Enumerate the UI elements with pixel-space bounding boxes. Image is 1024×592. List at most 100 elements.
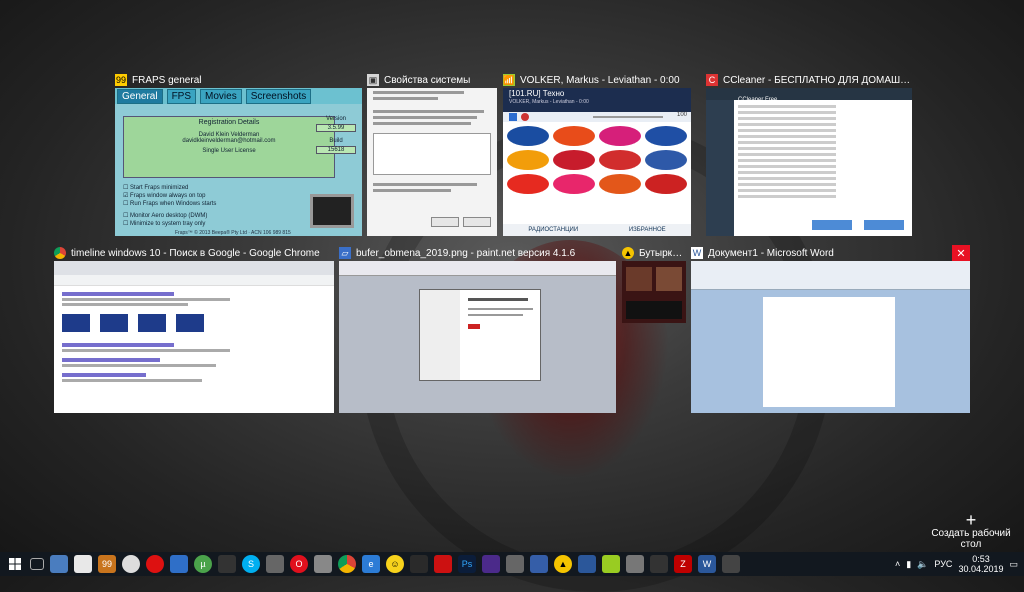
track-name: VOLKER, Markus - Leviathan - 0:00 bbox=[509, 99, 589, 105]
window-preview: [101.RU] Техно VOLKER, Markus - Leviatha… bbox=[503, 88, 691, 236]
copyright: Fraps™ © 2013 Beepa® Pty Ltd · ACN 106 9… bbox=[175, 230, 291, 236]
document-page bbox=[763, 297, 895, 407]
clock[interactable]: 0:53 30.04.2019 bbox=[958, 554, 1003, 574]
ccleaner-icon: C bbox=[706, 74, 718, 86]
tab-stations[interactable]: РАДИОСТАНЦИИ bbox=[528, 227, 578, 233]
music-icon: ▲ bbox=[622, 247, 634, 259]
station-logo[interactable] bbox=[599, 150, 641, 170]
option-always-on-top[interactable]: ☑ Fraps window always on top bbox=[123, 192, 205, 199]
volume-slider[interactable] bbox=[593, 116, 663, 118]
opera-icon[interactable]: O bbox=[290, 555, 308, 573]
station-logo[interactable] bbox=[645, 174, 687, 194]
run-cleaner-button[interactable] bbox=[864, 220, 904, 230]
app-icon[interactable] bbox=[218, 555, 236, 573]
new-desktop-label: Создать рабочий стол bbox=[931, 528, 1011, 550]
option-run-on-start[interactable]: ☐ Run Fraps when Windows starts bbox=[123, 200, 216, 207]
app-icon[interactable] bbox=[170, 555, 188, 573]
mail-icon[interactable] bbox=[74, 555, 92, 573]
tab-screenshots[interactable]: Screenshots bbox=[245, 88, 312, 104]
fraps-tabs: General FPS Movies Screenshots bbox=[115, 88, 362, 104]
option-minimize-tray[interactable]: ☐ Minimize to system tray only bbox=[123, 220, 205, 227]
language-indicator[interactable]: РУС bbox=[934, 559, 952, 569]
fraps-icon[interactable]: 99 bbox=[98, 555, 116, 573]
window-preview bbox=[367, 88, 497, 236]
station-logo[interactable] bbox=[599, 174, 641, 194]
volume-icon[interactable]: 🔈 bbox=[917, 559, 928, 570]
window-thumb-paintnet[interactable]: ▱ bufer_obmena_2019.png - paint.net верс… bbox=[339, 245, 616, 413]
system-icon: ▣ bbox=[367, 74, 379, 86]
window-title: bufer_obmena_2019.png - paint.net версия… bbox=[356, 247, 576, 259]
window-title: timeline windows 10 - Поиск в Google - G… bbox=[71, 247, 320, 259]
notifications-icon[interactable]: ▭ bbox=[1009, 559, 1018, 570]
app-icon[interactable] bbox=[410, 555, 428, 573]
window-thumb-system-properties[interactable]: ▣ Свойства системы bbox=[367, 72, 497, 236]
app-icon[interactable] bbox=[578, 555, 596, 573]
app-icon[interactable] bbox=[266, 555, 284, 573]
new-desktop-button[interactable]: + Создать рабочий стол bbox=[926, 511, 1016, 550]
filezilla-icon[interactable]: Z bbox=[674, 555, 692, 573]
close-icon[interactable]: ✕ bbox=[952, 245, 970, 261]
skype-icon[interactable]: S bbox=[242, 555, 260, 573]
app-icon[interactable] bbox=[506, 555, 524, 573]
app-icon[interactable] bbox=[434, 555, 452, 573]
window-thumb-fraps[interactable]: 99 FRAPS general General FPS Movies Scre… bbox=[115, 72, 362, 236]
window-preview bbox=[691, 261, 970, 413]
station-grid bbox=[503, 122, 691, 198]
chrome-icon[interactable] bbox=[338, 555, 356, 573]
option-monitor-aero[interactable]: ☐ Monitor Aero desktop (DWM) bbox=[123, 212, 207, 219]
record-button[interactable] bbox=[521, 113, 529, 121]
app-icon[interactable] bbox=[650, 555, 668, 573]
app-icon[interactable] bbox=[530, 555, 548, 573]
window-thumb-ccleaner[interactable]: C CCleaner - БЕСПЛАТНО ДЛЯ ДОМАШНЕГО ИСП… bbox=[706, 72, 912, 236]
window-thumb-chrome[interactable]: timeline windows 10 - Поиск в Google - G… bbox=[54, 245, 334, 413]
window-thumb-music[interactable]: ▲ Бутырка... bbox=[622, 245, 686, 323]
edge-icon[interactable]: e bbox=[362, 555, 380, 573]
app-icon[interactable] bbox=[482, 555, 500, 573]
station-logo[interactable] bbox=[599, 126, 641, 146]
system-tray: ˄ ▮ 🔈 РУС 0:53 30.04.2019 ▭ bbox=[895, 552, 1024, 576]
window-preview: CCleaner Free bbox=[706, 88, 912, 236]
option-start-minimized[interactable]: ☐ Start Fraps minimized bbox=[123, 184, 188, 191]
owner-email: davidkleinvelderman@hotmail.com bbox=[182, 138, 276, 144]
compass-icon[interactable] bbox=[122, 555, 140, 573]
radio-icon: 📶 bbox=[503, 74, 515, 86]
analyze-button[interactable] bbox=[812, 220, 852, 230]
station-logo[interactable] bbox=[553, 126, 595, 146]
word-icon[interactable]: W bbox=[698, 555, 716, 573]
smiley-icon[interactable]: ☺ bbox=[386, 555, 404, 573]
ok-button[interactable] bbox=[431, 217, 459, 227]
tab-movies[interactable]: Movies bbox=[200, 88, 242, 104]
app-icon[interactable] bbox=[722, 555, 740, 573]
app-icon[interactable] bbox=[314, 555, 332, 573]
panel-title: Registration Details bbox=[198, 119, 260, 126]
window-title: CCleaner - БЕСПЛАТНО ДЛЯ ДОМАШНЕГО ИСПОЛ… bbox=[723, 74, 912, 86]
window-thumb-word[interactable]: W Документ1 - Microsoft Word ✕ bbox=[691, 245, 970, 413]
station-logo[interactable] bbox=[553, 174, 595, 194]
network-icon[interactable]: ▮ bbox=[906, 559, 911, 570]
station-logo[interactable] bbox=[507, 174, 549, 194]
tab-fps[interactable]: FPS bbox=[166, 88, 197, 104]
tab-general[interactable]: General bbox=[117, 88, 163, 104]
app-icon[interactable] bbox=[602, 555, 620, 573]
station-logo[interactable] bbox=[645, 150, 687, 170]
window-preview bbox=[339, 261, 616, 413]
play-button[interactable] bbox=[509, 113, 517, 121]
station-logo[interactable] bbox=[553, 150, 595, 170]
fraps-icon: 99 bbox=[115, 74, 127, 86]
window-thumb-radio[interactable]: 📶 VOLKER, Markus - Leviathan - 0:00 [101… bbox=[503, 72, 691, 236]
station-logo[interactable] bbox=[507, 126, 549, 146]
chevron-up-icon[interactable]: ˄ bbox=[895, 559, 900, 569]
computer-icon[interactable] bbox=[50, 555, 68, 573]
station-logo[interactable] bbox=[507, 150, 549, 170]
torrent-icon[interactable]: µ bbox=[194, 555, 212, 573]
tab-favorites[interactable]: ИЗБРАННОЕ bbox=[629, 227, 666, 233]
task-view-icon[interactable] bbox=[30, 558, 44, 570]
photoshop-icon[interactable]: Ps bbox=[458, 555, 476, 573]
monitor-graphic bbox=[310, 194, 354, 228]
cancel-button[interactable] bbox=[463, 217, 491, 227]
start-icon[interactable] bbox=[6, 555, 24, 573]
record-icon[interactable] bbox=[146, 555, 164, 573]
music-icon[interactable]: ▲ bbox=[554, 555, 572, 573]
app-icon[interactable] bbox=[626, 555, 644, 573]
station-logo[interactable] bbox=[645, 126, 687, 146]
